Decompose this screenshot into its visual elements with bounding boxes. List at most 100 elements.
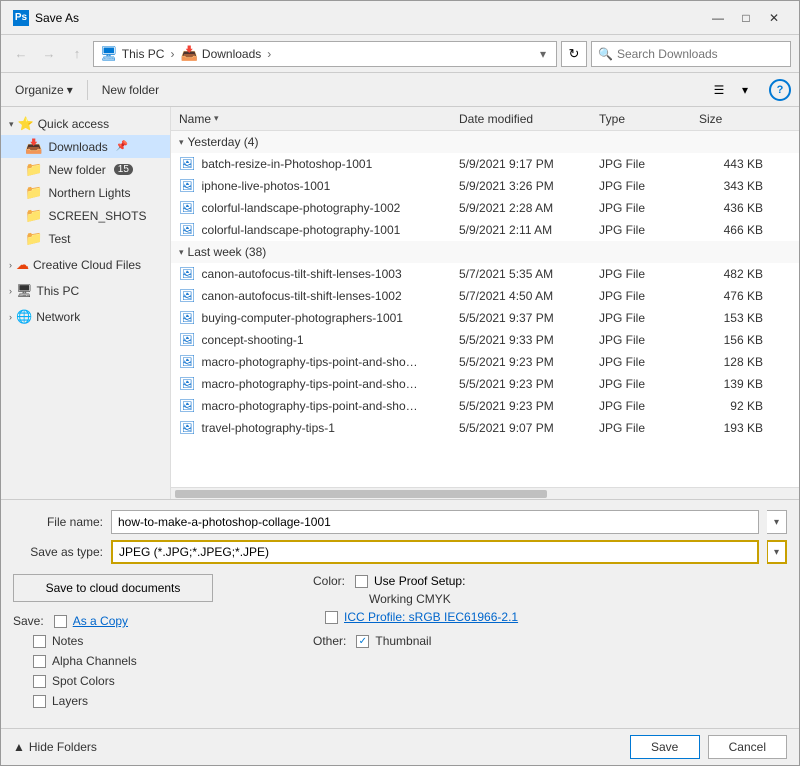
table-row[interactable]: 🖼 concept-shooting-1 5/5/2021 9:33 PM JP… bbox=[171, 329, 799, 351]
sidebar-item-northern-lights[interactable]: 📁 Northern Lights bbox=[1, 181, 170, 204]
hide-folders-button[interactable]: ▲ Hide Folders bbox=[13, 740, 97, 754]
file-name-cell: 🖼 canon-autofocus-tilt-shift-lenses-1003 bbox=[171, 266, 451, 282]
this-pc-label: This PC bbox=[37, 284, 80, 298]
file-name-cell: 🖼 colorful-landscape-photography-1001 bbox=[171, 222, 451, 238]
organize-button[interactable]: Organize ▾ bbox=[9, 81, 79, 99]
layers-checkbox[interactable] bbox=[33, 695, 46, 708]
new-folder-icon: 📁 bbox=[25, 161, 42, 178]
savetype-select[interactable]: JPEG (*.JPG;*.JPEG;*.JPE) bbox=[111, 540, 759, 564]
col-type-label: Type bbox=[599, 112, 625, 126]
help-button[interactable]: ? bbox=[769, 79, 791, 101]
sidebar-quick-access-header[interactable]: ▾ ⭐ Quick access bbox=[1, 113, 170, 135]
file-size-cell: 153 KB bbox=[691, 311, 771, 325]
save-button[interactable]: Save bbox=[630, 735, 700, 759]
file-type-cell: JPG File bbox=[591, 333, 691, 347]
sidebar-item-new-folder[interactable]: 📁 New folder 15 bbox=[1, 158, 170, 181]
address-bar-dropdown[interactable]: ▾ bbox=[536, 47, 550, 61]
icc-profile-label[interactable]: ICC Profile: sRGB IEC61966-2.1 bbox=[344, 610, 518, 624]
as-copy-checkbox[interactable] bbox=[54, 615, 67, 628]
col-name-header[interactable]: Name ▾ bbox=[171, 112, 451, 126]
check-mark: ✓ bbox=[359, 636, 367, 647]
pin-icon: 📌 bbox=[116, 141, 128, 152]
icc-profile-checkbox[interactable] bbox=[325, 611, 338, 624]
this-pc-chevron: › bbox=[9, 286, 12, 296]
sidebar-network-header[interactable]: › 🌐 Network bbox=[1, 306, 170, 328]
quick-access-chevron: ▾ bbox=[9, 119, 14, 130]
col-date-header[interactable]: Date modified bbox=[451, 112, 591, 126]
use-proof-setup-label: Use Proof Setup: bbox=[374, 574, 465, 588]
cancel-button[interactable]: Cancel bbox=[708, 735, 787, 759]
table-row[interactable]: 🖼 buying-computer-photographers-1001 5/5… bbox=[171, 307, 799, 329]
new-folder-button[interactable]: New folder bbox=[96, 81, 165, 99]
maximize-button[interactable]: □ bbox=[733, 8, 759, 28]
thumbnail-checkbox[interactable]: ✓ bbox=[356, 635, 369, 648]
toolbar-separator bbox=[87, 80, 88, 100]
address-bar[interactable]: 🖥 This PC › 📥 Downloads › ▾ bbox=[93, 41, 557, 67]
creative-cloud-icon: ☁ bbox=[16, 257, 29, 273]
save-to-cloud-button[interactable]: Save to cloud documents bbox=[13, 574, 213, 602]
table-row[interactable]: 🖼 macro-photography-tips-point-and-sho… … bbox=[171, 351, 799, 373]
file-size-cell: 139 KB bbox=[691, 377, 771, 391]
table-row[interactable]: 🖼 colorful-landscape-photography-1001 5/… bbox=[171, 219, 799, 241]
refresh-button[interactable]: ↻ bbox=[561, 41, 587, 67]
alpha-channels-checkbox[interactable] bbox=[33, 655, 46, 668]
address-separator-1: › bbox=[170, 47, 174, 61]
view-list-button[interactable]: ☰ bbox=[707, 78, 731, 102]
table-row[interactable]: 🖼 iphone-live-photos-1001 5/9/2021 3:26 … bbox=[171, 175, 799, 197]
file-date-cell: 5/7/2021 5:35 AM bbox=[451, 267, 591, 281]
file-date-cell: 5/9/2021 9:17 PM bbox=[451, 157, 591, 171]
notes-checkbox[interactable] bbox=[33, 635, 46, 648]
savetype-dropdown[interactable]: ▾ bbox=[767, 540, 787, 564]
sidebar-item-downloads[interactable]: 📥 Downloads 📌 bbox=[1, 135, 170, 158]
col-type-header[interactable]: Type bbox=[591, 112, 691, 126]
table-row[interactable]: 🖼 macro-photography-tips-point-and-sho… … bbox=[171, 373, 799, 395]
layers-row: Layers bbox=[13, 694, 293, 708]
search-input[interactable] bbox=[617, 47, 784, 61]
sidebar-creative-cloud-header[interactable]: › ☁ Creative Cloud Files bbox=[1, 254, 170, 276]
table-row[interactable]: 🖼 colorful-landscape-photography-1002 5/… bbox=[171, 197, 799, 219]
sidebar-this-pc-header[interactable]: › 🖥 This PC bbox=[1, 280, 170, 302]
file-name-cell: 🖼 travel-photography-tips-1 bbox=[171, 420, 451, 436]
file-date-cell: 5/5/2021 9:37 PM bbox=[451, 311, 591, 325]
new-folder-badge: 15 bbox=[114, 164, 133, 175]
forward-button[interactable]: → bbox=[37, 42, 61, 66]
file-name-cell: 🖼 iphone-live-photos-1001 bbox=[171, 178, 451, 194]
this-pc-icon: 🖥 bbox=[16, 283, 33, 299]
group-yesterday[interactable]: ▾ Yesterday (4) bbox=[171, 131, 799, 153]
file-type-cell: JPG File bbox=[591, 421, 691, 435]
minimize-button[interactable]: — bbox=[705, 8, 731, 28]
table-row[interactable]: 🖼 travel-photography-tips-1 5/5/2021 9:0… bbox=[171, 417, 799, 439]
back-button[interactable]: ← bbox=[9, 42, 33, 66]
col-size-header[interactable]: Size bbox=[691, 112, 771, 126]
sidebar-item-screen-shots[interactable]: 📁 SCREEN_SHOTS bbox=[1, 204, 170, 227]
jpg-icon: 🖼 bbox=[179, 200, 196, 216]
as-copy-label[interactable]: As a Copy bbox=[73, 614, 128, 628]
spot-colors-checkbox[interactable] bbox=[33, 675, 46, 688]
close-button[interactable]: ✕ bbox=[761, 8, 787, 28]
table-row[interactable]: 🖼 canon-autofocus-tilt-shift-lenses-1002… bbox=[171, 285, 799, 307]
use-proof-setup-checkbox[interactable] bbox=[355, 575, 368, 588]
file-type-cell: JPG File bbox=[591, 157, 691, 171]
filename-input[interactable] bbox=[111, 510, 759, 534]
address-crumb-1: This PC bbox=[122, 47, 165, 61]
jpg-icon: 🖼 bbox=[179, 156, 196, 172]
bottom-section: File name: ▾ Save as type: JPEG (*.JPG;*… bbox=[1, 499, 799, 728]
sidebar-creative-cloud-section: › ☁ Creative Cloud Files bbox=[1, 254, 170, 276]
table-row[interactable]: 🖼 canon-autofocus-tilt-shift-lenses-1003… bbox=[171, 263, 799, 285]
group-last-week[interactable]: ▾ Last week (38) bbox=[171, 241, 799, 263]
network-icon: 🌐 bbox=[16, 309, 32, 325]
jpg-icon: 🖼 bbox=[179, 376, 196, 392]
view-dropdown-button[interactable]: ▾ bbox=[733, 78, 757, 102]
filename-dropdown[interactable]: ▾ bbox=[767, 510, 787, 534]
up-button[interactable]: ↑ bbox=[65, 42, 89, 66]
horizontal-scrollbar[interactable] bbox=[171, 487, 799, 499]
group-yesterday-chevron: ▾ bbox=[179, 137, 184, 148]
sidebar-item-test[interactable]: 📁 Test bbox=[1, 227, 170, 250]
col-size-label: Size bbox=[699, 112, 722, 126]
file-type-cell: JPG File bbox=[591, 201, 691, 215]
color-label-row: Color: Use Proof Setup: bbox=[313, 574, 787, 588]
table-row[interactable]: 🖼 macro-photography-tips-point-and-sho… … bbox=[171, 395, 799, 417]
table-row[interactable]: 🖼 batch-resize-in-Photoshop-1001 5/9/202… bbox=[171, 153, 799, 175]
creative-cloud-chevron: › bbox=[9, 260, 12, 270]
file-name: buying-computer-photographers-1001 bbox=[202, 311, 403, 325]
